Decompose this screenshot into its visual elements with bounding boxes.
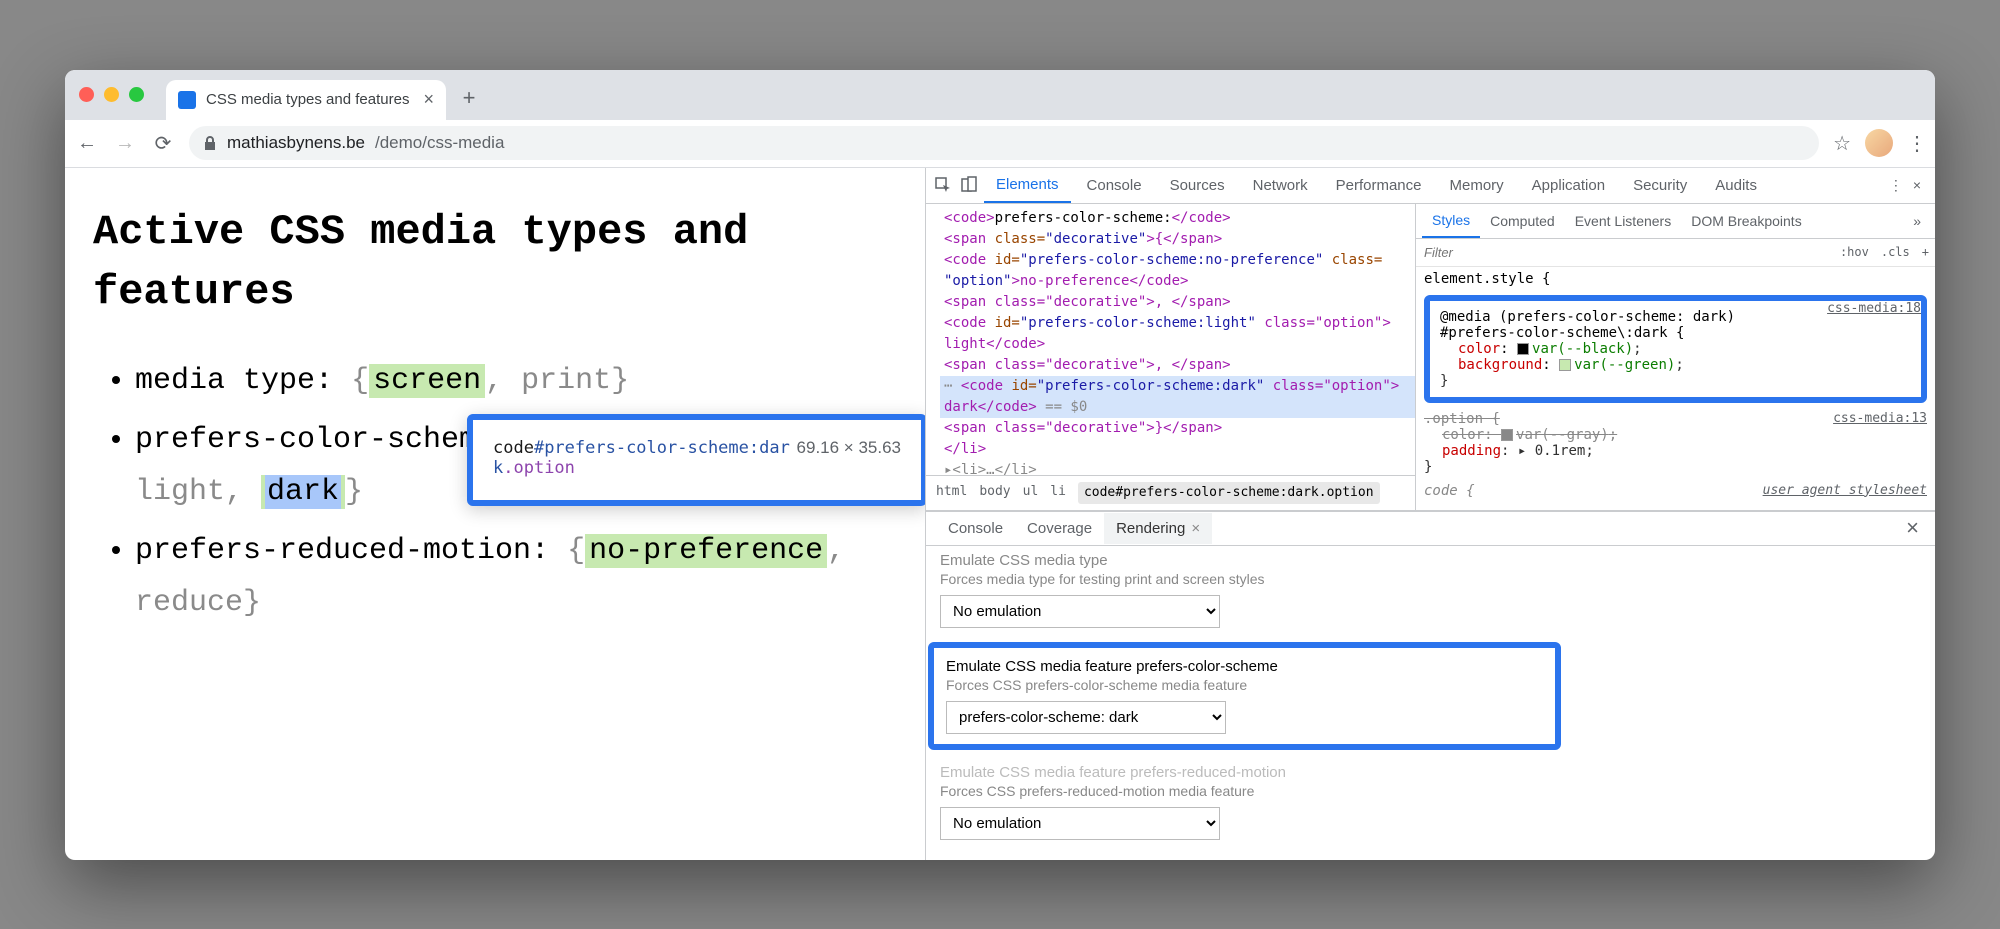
styles-filter-input[interactable] <box>1416 239 1834 266</box>
menu-icon[interactable]: ⋮ <box>1907 131 1925 156</box>
drawer-close-icon[interactable]: × <box>1900 515 1925 541</box>
tab-console[interactable]: Console <box>1075 169 1154 202</box>
emulate-reduced-motion: Emulate CSS media feature prefers-reduce… <box>940 764 1921 840</box>
hov-toggle[interactable]: :hov <box>1834 245 1875 259</box>
list-item: media type: {screen, print} <box>135 355 905 408</box>
lock-icon <box>203 135 217 151</box>
tab-strip: CSS media types and features × + <box>65 70 1935 120</box>
close-window-icon[interactable] <box>79 87 94 102</box>
back-button[interactable]: ← <box>75 132 99 155</box>
maximize-window-icon[interactable] <box>129 87 144 102</box>
reload-button[interactable]: ⟳ <box>151 131 175 156</box>
content-area: Active CSS media types and features medi… <box>65 168 1935 860</box>
profile-avatar[interactable] <box>1865 129 1893 157</box>
page-viewport: Active CSS media types and features medi… <box>65 168 925 860</box>
color-scheme-select[interactable]: prefers-color-scheme: dark <box>946 701 1226 734</box>
forward-button[interactable]: → <box>113 132 137 155</box>
selected-text: dark <box>265 475 341 509</box>
drawer-tab-coverage[interactable]: Coverage <box>1015 513 1104 544</box>
dom-breadcrumbs[interactable]: html body ul li code#prefers-color-schem… <box>926 475 1415 510</box>
drawer-tab-console[interactable]: Console <box>936 513 1015 544</box>
tooltip-dimensions: 69.16 × 35.63 <box>797 438 901 458</box>
color-swatch-icon[interactable] <box>1559 359 1571 371</box>
browser-window: CSS media types and features × + ← → ⟳ m… <box>65 70 1935 860</box>
dom-tree-panel: <code>prefers-color-scheme:</code> <span… <box>926 204 1416 510</box>
favicon-icon <box>178 91 196 109</box>
styles-filter-row: :hov .cls + <box>1416 239 1935 267</box>
minimize-window-icon[interactable] <box>104 87 119 102</box>
emulate-color-scheme: Emulate CSS media feature prefers-color-… <box>928 642 1561 750</box>
tab-audits[interactable]: Audits <box>1703 169 1769 202</box>
devtools-panel: Elements Console Sources Network Perform… <box>925 168 1935 860</box>
tab-computed[interactable]: Computed <box>1480 205 1565 237</box>
url-path: /demo/css-media <box>375 133 504 153</box>
drawer-tab-rendering[interactable]: Rendering× <box>1104 513 1212 544</box>
color-swatch-icon[interactable] <box>1517 343 1529 355</box>
add-rule-button[interactable]: + <box>1916 245 1935 259</box>
list-item: prefers-reduced-motion: {no-preference, … <box>135 525 905 630</box>
source-link[interactable]: css-media:18 <box>1827 301 1921 316</box>
tab-styles[interactable]: Styles <box>1422 204 1480 238</box>
highlighted-style-rule: css-media:18 @media (prefers-color-schem… <box>1424 295 1927 403</box>
style-rules[interactable]: element.style { css-media:18 @media (pre… <box>1416 267 1935 510</box>
color-swatch-icon[interactable] <box>1501 429 1513 441</box>
tab-security[interactable]: Security <box>1621 169 1699 202</box>
selected-dom-node: ⋯ <code id="prefers-color-scheme:dark" c… <box>940 376 1415 397</box>
window-controls <box>79 87 144 102</box>
source-link[interactable]: css-media:13 <box>1833 411 1927 426</box>
bookmark-icon[interactable]: ☆ <box>1833 131 1851 156</box>
styles-tabs: Styles Computed Event Listeners DOM Brea… <box>1416 204 1935 239</box>
devtools-drawer: Console Coverage Rendering× × Emulate CS… <box>926 511 1935 860</box>
tab-event-listeners[interactable]: Event Listeners <box>1565 205 1682 237</box>
url-domain: mathiasbynens.be <box>227 133 365 153</box>
devtools-close-icon[interactable]: × <box>1913 177 1921 193</box>
styles-panel: Styles Computed Event Listeners DOM Brea… <box>1416 204 1935 510</box>
reduced-motion-select[interactable]: No emulation <box>940 807 1220 840</box>
page-heading: Active CSS media types and features <box>93 202 905 324</box>
active-value: no-preference <box>585 534 827 568</box>
inspect-element-icon[interactable] <box>932 174 954 196</box>
tab-sources[interactable]: Sources <box>1158 169 1237 202</box>
emulate-media-type: Emulate CSS media type Forces media type… <box>940 552 1921 628</box>
close-icon: × <box>1191 520 1200 537</box>
media-type-select[interactable]: No emulation <box>940 595 1220 628</box>
tab-dom-breakpoints[interactable]: DOM Breakpoints <box>1681 205 1811 237</box>
cls-toggle[interactable]: .cls <box>1875 245 1916 259</box>
device-toolbar-icon[interactable] <box>958 174 980 196</box>
drawer-tabs: Console Coverage Rendering× × <box>926 512 1935 546</box>
inspector-tooltip: code#prefers-color-scheme:dar 69.16 × 35… <box>467 414 925 506</box>
more-tabs-icon[interactable]: » <box>1905 213 1929 229</box>
browser-tab[interactable]: CSS media types and features × <box>166 80 446 120</box>
new-tab-button[interactable]: + <box>454 83 484 113</box>
tab-application[interactable]: Application <box>1520 169 1617 202</box>
tab-title: CSS media types and features <box>206 91 409 108</box>
tab-performance[interactable]: Performance <box>1324 169 1434 202</box>
address-bar[interactable]: mathiasbynens.be/demo/css-media <box>189 126 1819 160</box>
close-tab-icon[interactable]: × <box>423 89 434 110</box>
devtools-settings-icon[interactable]: ⋮ <box>1889 177 1903 194</box>
tab-memory[interactable]: Memory <box>1438 169 1516 202</box>
tab-network[interactable]: Network <box>1241 169 1320 202</box>
rendering-panel: Emulate CSS media type Forces media type… <box>926 546 1935 860</box>
active-value: screen <box>369 364 485 398</box>
active-value: dark <box>261 475 345 509</box>
dom-tree[interactable]: <code>prefers-color-scheme:</code> <span… <box>926 204 1415 476</box>
devtools-tabs: Elements Console Sources Network Perform… <box>926 168 1935 204</box>
toolbar: ← → ⟳ mathiasbynens.be/demo/css-media ☆ … <box>65 120 1935 168</box>
tab-elements[interactable]: Elements <box>984 168 1071 203</box>
